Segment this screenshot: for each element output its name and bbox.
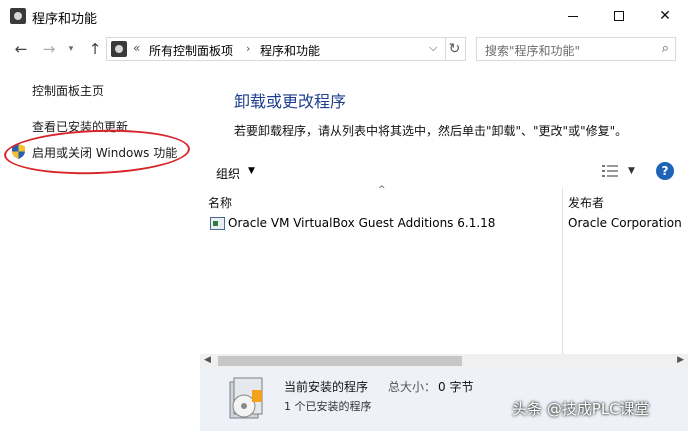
close-button[interactable]: ✕	[642, 0, 688, 32]
toolbar: 组织 ▼ ▼ ?	[200, 157, 688, 187]
control-panel-icon	[10, 8, 26, 24]
page-description: 若要卸载程序，请从列表中将其选中，然后单击"卸载"、"更改"或"修复"。	[234, 124, 628, 138]
program-icon	[210, 217, 225, 230]
sort-ascending-icon: ^	[378, 185, 386, 195]
search-input[interactable]: 搜索"程序和功能" ⌕	[476, 37, 676, 61]
scroll-left-icon[interactable]: ◀	[204, 355, 211, 365]
up-button[interactable]: ↑	[84, 38, 106, 60]
installed-count: 1 个已安装的程序	[284, 400, 372, 413]
installed-programs-icon	[229, 377, 263, 419]
horizontal-scrollbar[interactable]: ◀ ▶	[200, 354, 688, 368]
search-icon[interactable]: ⌕	[662, 41, 669, 56]
help-icon[interactable]: ?	[656, 162, 674, 180]
navigation-bar: ← → ▾ ↑ « 所有控制面板项 › 程序和功能 ⌵ ↻ 搜索"程序和功能" …	[0, 32, 688, 66]
address-bar[interactable]: « 所有控制面板项 › 程序和功能 ⌵	[106, 37, 446, 61]
view-options-icon[interactable]	[602, 164, 618, 178]
address-control-panel-icon	[111, 41, 127, 57]
details-title: 当前安装的程序	[284, 380, 369, 394]
details-pane: 当前安装的程序 总大小： 0 字节 1 个已安装的程序 头条 @技成PLC课堂	[200, 368, 688, 431]
address-dropdown-icon[interactable]: ⌵	[429, 41, 437, 55]
scroll-right-icon[interactable]: ▶	[677, 355, 684, 365]
column-header-publisher[interactable]: 发布者	[568, 194, 604, 211]
minimize-button[interactable]	[550, 0, 596, 32]
total-size-value: 0 字节	[438, 380, 474, 394]
table-row[interactable]: Oracle VM VirtualBox Guest Additions 6.1…	[200, 214, 688, 234]
search-placeholder: 搜索"程序和功能"	[485, 44, 581, 58]
view-dropdown-icon[interactable]: ▼	[628, 166, 635, 176]
page-title: 卸载或更改程序	[234, 92, 347, 111]
watermark: 头条 @技成PLC课堂	[512, 400, 650, 418]
breadcrumb-separator-icon[interactable]: ›	[246, 42, 250, 55]
breadcrumb-all-items[interactable]: 所有控制面板项	[149, 42, 233, 59]
window-title: 程序和功能	[32, 12, 98, 27]
left-pane: 控制面板主页 查看已安装的更新 启用或关闭 Windows 功能	[0, 66, 200, 431]
sidebar-item-home[interactable]: 控制面板主页	[32, 82, 104, 99]
organize-dropdown-icon[interactable]: ▼	[248, 166, 255, 176]
scrollbar-thumb[interactable]	[218, 356, 462, 366]
forward-button[interactable]: →	[38, 38, 60, 60]
back-button[interactable]: ←	[10, 38, 32, 60]
program-name: Oracle VM VirtualBox Guest Additions 6.1…	[228, 216, 496, 230]
address-chevron-icon[interactable]: «	[133, 41, 140, 55]
maximize-icon	[614, 11, 624, 21]
recent-locations-icon[interactable]: ▾	[60, 38, 82, 60]
title-bar: 程序和功能 ✕	[0, 0, 688, 32]
maximize-button[interactable]	[596, 0, 642, 32]
total-size-label: 总大小：	[388, 380, 437, 394]
column-header-name[interactable]: 名称	[208, 194, 232, 211]
refresh-button[interactable]: ↻	[444, 37, 466, 61]
minimize-icon	[568, 15, 578, 17]
program-publisher: Oracle Corporation	[568, 216, 682, 230]
breadcrumb-programs[interactable]: 程序和功能	[260, 42, 320, 59]
organize-button[interactable]: 组织	[216, 165, 240, 182]
